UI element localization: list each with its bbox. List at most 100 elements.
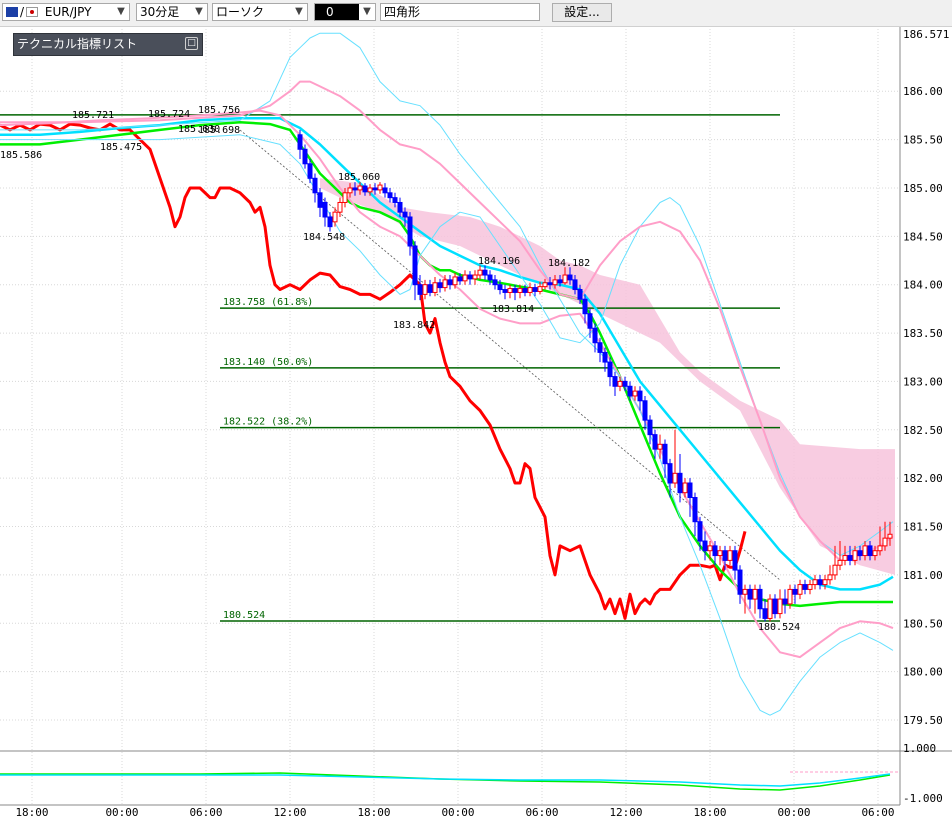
candle-body <box>602 351 608 363</box>
price-annotation: 185.756 <box>198 105 240 116</box>
y-tick-label: 181.50 <box>903 521 943 534</box>
fibo-label: 180.524 <box>223 610 265 621</box>
candle-body <box>517 288 523 293</box>
candle-body <box>367 187 373 193</box>
candle-body <box>792 588 798 595</box>
candle-body <box>862 545 868 557</box>
candle-body <box>527 287 533 293</box>
candle-body <box>327 216 333 228</box>
candle-body <box>732 550 738 571</box>
candle-body <box>712 545 718 557</box>
candle-body <box>387 192 393 199</box>
candle-body <box>447 279 453 286</box>
number-select[interactable]: 0 ▼ <box>314 3 376 21</box>
y-tick-label: 183.50 <box>903 327 943 340</box>
candle-body <box>317 192 323 208</box>
settings-label: 設定... <box>564 5 600 19</box>
candle-body <box>857 550 863 557</box>
y-tick-label: 180.50 <box>903 617 943 630</box>
candle-body <box>477 269 483 276</box>
candle-body <box>357 185 363 191</box>
candle-body <box>852 550 858 561</box>
candle-body <box>482 269 488 276</box>
y-top-label: 186.571 <box>903 28 949 41</box>
sub-tick-label: -1.000 <box>903 792 943 805</box>
indicator-list-panel[interactable]: テクニカル指標リスト □ <box>13 33 203 56</box>
settings-button[interactable]: 設定... <box>552 3 612 22</box>
y-tick-label: 183.00 <box>903 375 943 388</box>
symbol-label: EUR/JPY <box>44 5 92 19</box>
chart-type-label: ローソク <box>216 5 265 19</box>
candle-body <box>747 588 753 600</box>
candle-body <box>422 284 428 295</box>
maximize-icon[interactable]: □ <box>185 37 198 50</box>
candle-body <box>672 472 678 484</box>
price-chart[interactable]: 183.758 (61.8%) 183.140 (50.0%) 182.522 (3… <box>0 0 952 822</box>
fibo-label: 182.522 (38.2%) <box>223 417 313 428</box>
y-tick-label: 185.00 <box>903 182 943 195</box>
candle-body <box>837 559 843 566</box>
candle-body <box>457 276 463 282</box>
candle-body <box>322 201 328 218</box>
y-tick-label: 179.50 <box>903 714 943 727</box>
candle-body <box>512 288 518 293</box>
candle-body <box>627 385 633 397</box>
candle-body <box>582 298 588 315</box>
candle-body <box>662 443 668 465</box>
y-tick-label: 185.50 <box>903 134 943 147</box>
y-tick-label: 182.50 <box>903 424 943 437</box>
candle-body <box>727 550 733 561</box>
timeframe-select[interactable]: 30分足 ▼ <box>136 3 208 21</box>
candle-body <box>502 289 508 293</box>
candle-body <box>872 550 878 557</box>
price-annotation: 185.721 <box>72 110 114 121</box>
chevron-down-icon: ▼ <box>117 6 125 17</box>
shape-select[interactable]: 四角形 <box>380 3 540 21</box>
candle-body <box>587 313 593 329</box>
candle-body <box>667 463 673 484</box>
candle-body <box>452 276 458 286</box>
chart-type-select[interactable]: ローソク ▼ <box>212 3 308 21</box>
candle-body <box>657 443 663 450</box>
candle-body <box>417 284 423 295</box>
x-tick-label: 06:00 <box>861 806 894 819</box>
candle-body <box>597 342 603 353</box>
candle-body <box>842 555 848 561</box>
candle-body <box>592 327 598 344</box>
candle-body <box>462 274 468 282</box>
sub-tick-label: 1.000 <box>903 742 936 755</box>
chevron-down-icon: ▼ <box>295 6 303 17</box>
candle-body <box>542 282 548 288</box>
candle-body <box>717 550 723 557</box>
shape-label: 四角形 <box>384 5 421 19</box>
candle-body <box>797 584 803 595</box>
candle-body <box>607 361 613 378</box>
candle-body <box>647 419 653 436</box>
candle-body <box>827 574 833 581</box>
y-tick-label: 181.00 <box>903 569 943 582</box>
toolbar: / EUR/JPY ▼ 30分足 ▼ ローソク ▼ 0 ▼ 四角形 設定... <box>0 0 952 27</box>
price-annotation: 185.586 <box>0 150 42 161</box>
candle-body <box>707 545 713 552</box>
candle-body <box>742 588 748 595</box>
candle-body <box>442 279 448 289</box>
candle-body <box>302 148 308 165</box>
timeframe-label: 30分足 <box>140 5 180 19</box>
price-annotation: 183.842 <box>393 320 435 331</box>
fibo-label: 183.140 (50.0%) <box>223 357 313 368</box>
candle-body <box>687 482 693 499</box>
candle-body <box>787 588 793 605</box>
candle-body <box>487 274 493 281</box>
symbol-select[interactable]: / EUR/JPY ▼ <box>2 3 130 21</box>
x-tick-label: 18:00 <box>357 806 390 819</box>
candle-body <box>347 187 353 194</box>
candle-body <box>377 184 383 191</box>
candle-body <box>472 274 478 280</box>
candle-body <box>432 282 438 293</box>
candle-body <box>497 284 503 291</box>
candle-body <box>737 569 743 595</box>
candle-body <box>437 282 443 289</box>
candle-body <box>637 390 643 402</box>
candle-body <box>617 380 623 387</box>
x-tick-label: 06:00 <box>525 806 558 819</box>
